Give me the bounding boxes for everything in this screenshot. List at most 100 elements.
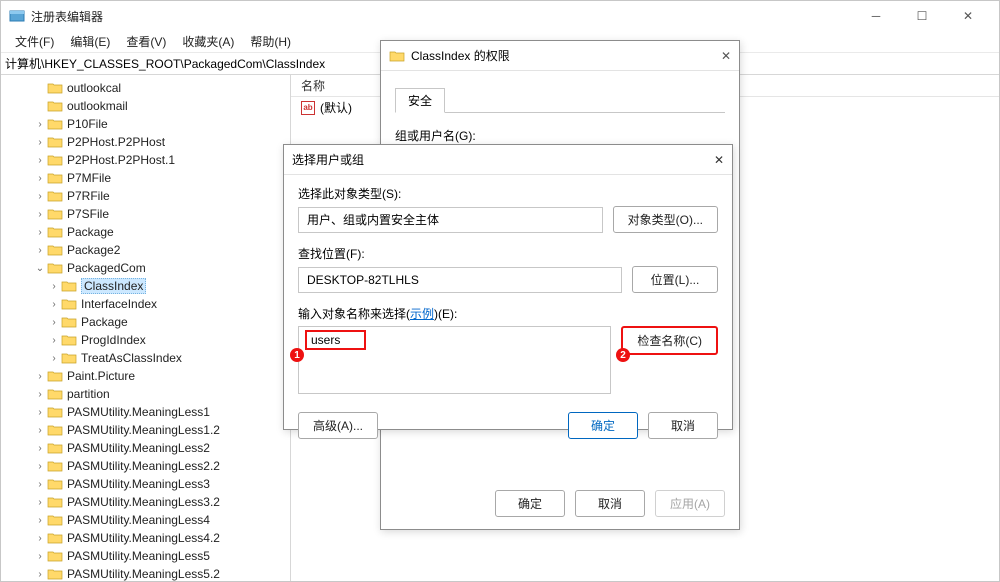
tree-expand-arrow[interactable]: › xyxy=(33,497,47,508)
tree-item-label: PASMUtility.MeaningLess1.2 xyxy=(67,423,220,437)
menu-view[interactable]: 查看(V) xyxy=(118,31,174,52)
tree-item[interactable]: ›PASMUtility.MeaningLess3.2 xyxy=(5,493,290,511)
select-ok-button[interactable]: 确定 xyxy=(568,412,638,439)
tree-item[interactable]: ›PASMUtility.MeaningLess2 xyxy=(5,439,290,457)
tree-item[interactable]: ›InterfaceIndex xyxy=(5,295,290,313)
tree-expand-arrow[interactable]: › xyxy=(33,533,47,544)
folder-icon xyxy=(47,549,63,563)
tree-expand-arrow[interactable]: › xyxy=(47,353,61,364)
tree-expand-arrow[interactable]: › xyxy=(33,479,47,490)
select-dialog-title: 选择用户或组 xyxy=(292,151,714,168)
menu-favorites[interactable]: 收藏夹(A) xyxy=(174,31,242,52)
tree-item[interactable]: ›partition xyxy=(5,385,290,403)
tree-expand-arrow[interactable]: › xyxy=(33,569,47,580)
tree-expand-arrow[interactable]: › xyxy=(33,425,47,436)
tree-item[interactable]: ›ProgIdIndex xyxy=(5,331,290,349)
tree-expand-arrow[interactable]: › xyxy=(33,191,47,202)
tree-item[interactable]: ›Paint.Picture xyxy=(5,367,290,385)
object-names-input[interactable]: users xyxy=(298,326,611,394)
minimize-button[interactable]: ─ xyxy=(853,1,899,31)
menu-edit[interactable]: 编辑(E) xyxy=(62,31,118,52)
maximize-button[interactable]: ☐ xyxy=(899,1,945,31)
tree-item[interactable]: ›P7SFile xyxy=(5,205,290,223)
tree-item[interactable]: ›P7RFile xyxy=(5,187,290,205)
object-type-label: 选择此对象类型(S): xyxy=(298,185,718,202)
close-button[interactable]: ✕ xyxy=(945,1,991,31)
tree-expand-arrow[interactable]: › xyxy=(33,407,47,418)
tree-item-label: PASMUtility.MeaningLess2.2 xyxy=(67,459,220,473)
folder-icon xyxy=(47,405,63,419)
tree-item-label: PASMUtility.MeaningLess3 xyxy=(67,477,210,491)
tree-expand-arrow[interactable]: › xyxy=(33,551,47,562)
tree-item[interactable]: › PASMUtility.MeaningLess3 xyxy=(5,475,290,493)
tree-item[interactable]: ›P7MFile xyxy=(5,169,290,187)
check-names-button[interactable]: 检查名称(C) xyxy=(621,326,718,355)
folder-icon xyxy=(389,49,405,63)
tree-expand-arrow[interactable]: › xyxy=(33,389,47,400)
value-name: (默认) xyxy=(320,99,352,116)
menu-help[interactable]: 帮助(H) xyxy=(242,31,299,52)
tree-expand-arrow[interactable]: › xyxy=(33,515,47,526)
tree-expand-arrow[interactable]: › xyxy=(47,317,61,328)
select-close-button[interactable]: ✕ xyxy=(714,153,724,167)
tree-expand-arrow[interactable]: ⌄ xyxy=(33,263,47,274)
tree-item[interactable]: ›TreatAsClassIndex xyxy=(5,349,290,367)
tab-security[interactable]: 安全 xyxy=(395,88,445,113)
tree-item[interactable]: ›ClassIndex xyxy=(5,277,290,295)
tree-expand-arrow[interactable]: › xyxy=(47,281,61,292)
tree-expand-arrow[interactable]: › xyxy=(33,173,47,184)
perm-close-button[interactable]: ✕ xyxy=(721,49,731,63)
object-types-button[interactable]: 对象类型(O)... xyxy=(613,206,718,233)
tree-item[interactable]: › Package xyxy=(5,313,290,331)
tree-item[interactable]: ›P10File xyxy=(5,115,290,133)
tree-item[interactable]: › P2PHost.P2PHost xyxy=(5,133,290,151)
tree-expand-arrow[interactable]: › xyxy=(33,371,47,382)
tree-item[interactable]: outlookmail xyxy=(5,97,290,115)
tree-item-label: PASMUtility.MeaningLess5.2 xyxy=(67,567,220,581)
tree-expand-arrow[interactable]: › xyxy=(33,209,47,220)
perm-cancel-button[interactable]: 取消 xyxy=(575,490,645,517)
tree-expand-arrow[interactable]: › xyxy=(47,335,61,346)
folder-icon xyxy=(47,225,63,239)
location-label: 查找位置(F): xyxy=(298,245,718,262)
select-cancel-button[interactable]: 取消 xyxy=(648,412,718,439)
locations-button[interactable]: 位置(L)... xyxy=(632,266,718,293)
examples-link[interactable]: 示例 xyxy=(410,307,434,321)
tree-expand-arrow[interactable]: › xyxy=(33,137,47,148)
tree-item[interactable]: ›Package2 xyxy=(5,241,290,259)
tree-item[interactable]: ⌄PackagedCom xyxy=(5,259,290,277)
perm-apply-button[interactable]: 应用(A) xyxy=(655,490,725,517)
tree-item[interactable]: › PASMUtility.MeaningLess1.2 xyxy=(5,421,290,439)
tree-item[interactable]: › PASMUtility.MeaningLess1 xyxy=(5,403,290,421)
perm-ok-button[interactable]: 确定 xyxy=(495,490,565,517)
advanced-button[interactable]: 高级(A)... xyxy=(298,412,378,439)
tree-expand-arrow[interactable]: › xyxy=(33,245,47,256)
tree-expand-arrow[interactable]: › xyxy=(47,299,61,310)
tree-item-label: P2PHost.P2PHost xyxy=(67,135,165,149)
tree-item[interactable]: outlookcal xyxy=(5,79,290,97)
tree-item[interactable]: ›P2PHost.P2PHost.1 xyxy=(5,151,290,169)
folder-icon xyxy=(61,297,77,311)
menu-file[interactable]: 文件(F) xyxy=(7,31,62,52)
tree-item[interactable]: ›PASMUtility.MeaningLess5 xyxy=(5,547,290,565)
tree-expand-arrow[interactable]: › xyxy=(33,227,47,238)
folder-icon xyxy=(61,333,77,347)
tree-item-label: Package xyxy=(81,315,128,329)
tree-item[interactable]: ›Package xyxy=(5,223,290,241)
folder-icon xyxy=(47,423,63,437)
tree-expand-arrow[interactable]: › xyxy=(33,443,47,454)
tree-item[interactable]: ›PASMUtility.MeaningLess4.2 xyxy=(5,529,290,547)
registry-tree[interactable]: outlookcaloutlookmail›P10File›P2PHost.P2… xyxy=(1,75,291,581)
tree-expand-arrow[interactable]: › xyxy=(33,155,47,166)
tree-expand-arrow[interactable]: › xyxy=(33,119,47,130)
tree-item[interactable]: › PASMUtility.MeaningLess5.2 xyxy=(5,565,290,581)
tree-item-label: outlookcal xyxy=(67,81,121,95)
window-title: 注册表编辑器 xyxy=(31,8,853,25)
app-icon xyxy=(9,8,25,24)
tree-item[interactable]: › PASMUtility.MeaningLess2.2 xyxy=(5,457,290,475)
tree-item-label: PASMUtility.MeaningLess4 xyxy=(67,513,210,527)
tree-item[interactable]: › PASMUtility.MeaningLess4 xyxy=(5,511,290,529)
tree-expand-arrow[interactable]: › xyxy=(33,461,47,472)
tree-item-label: PASMUtility.MeaningLess1 xyxy=(67,405,210,419)
permissions-dialog-title: ClassIndex 的权限 xyxy=(411,47,721,64)
